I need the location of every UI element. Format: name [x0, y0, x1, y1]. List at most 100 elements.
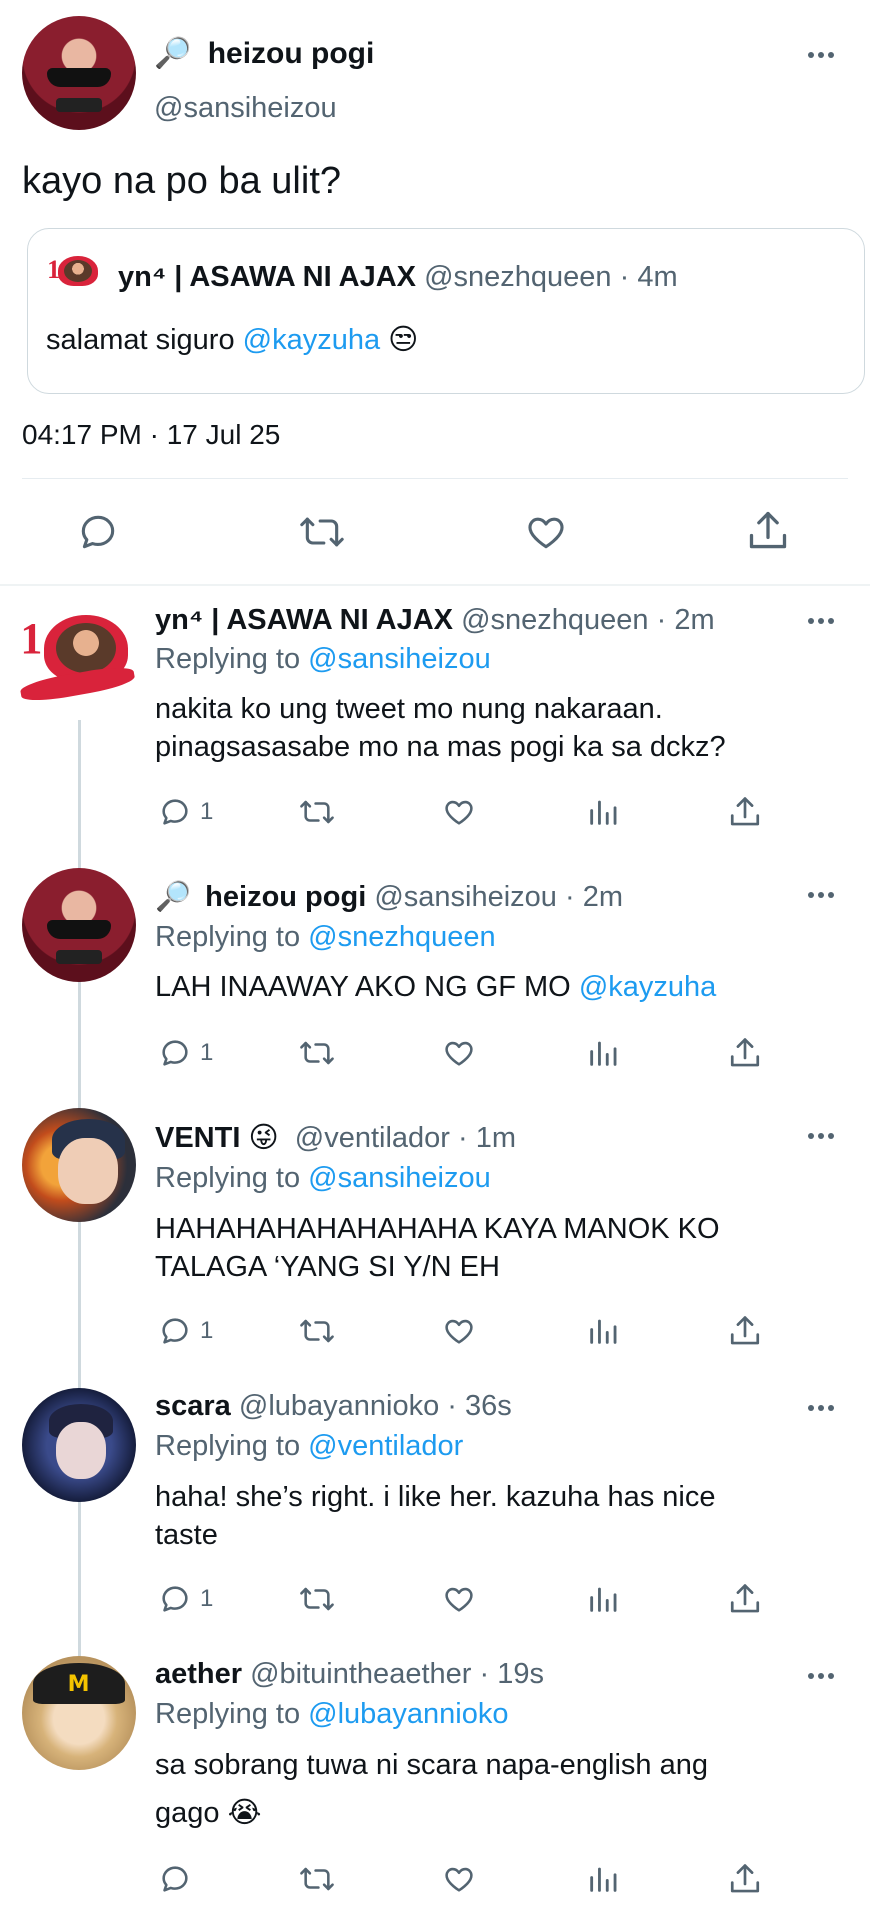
replying-to-label: Replying to: [155, 1698, 301, 1730]
like-icon[interactable]: [524, 510, 568, 554]
reply-text-line: HAHAHAHAHAHAHAHA KAYA MANOK KO: [155, 1213, 720, 1245]
tweet-text: kayo na po ba ulit?: [22, 160, 342, 202]
avatar[interactable]: M: [22, 1656, 136, 1770]
avatar-number: 1: [20, 613, 43, 663]
more-options-icon[interactable]: [808, 892, 834, 898]
share-icon[interactable]: [746, 508, 790, 554]
more-options-icon[interactable]: [808, 618, 834, 624]
analytics-icon[interactable]: [586, 1862, 620, 1896]
replying-to: Replying to @sansiheizou: [155, 641, 491, 677]
retweet-icon[interactable]: [298, 510, 346, 554]
heart-portrait: [63, 259, 92, 282]
author-name[interactable]: aether: [155, 1658, 242, 1690]
mention-link[interactable]: @kayzuha: [579, 971, 716, 1003]
retweet-icon[interactable]: [298, 1036, 336, 1070]
replying-to-link[interactable]: @sansiheizou: [308, 1162, 491, 1194]
analytics-icon[interactable]: [586, 1036, 620, 1070]
reply-icon[interactable]: [158, 1582, 192, 1616]
mention-link[interactable]: @kayzuha: [243, 324, 380, 356]
reply-author-line: VENTI 😜 @ventilador · 1m: [155, 1120, 516, 1156]
replying-to-label: Replying to: [155, 1162, 301, 1194]
more-options-icon[interactable]: [808, 1133, 834, 1139]
magnifier-icon: 🔎: [155, 881, 192, 913]
more-options-icon[interactable]: [808, 52, 834, 58]
replying-to-link[interactable]: @lubayannioko: [308, 1698, 508, 1730]
reply-author-line: yn⁴ | ASAWA NI AJAX @snezhqueen · 2m: [155, 602, 715, 638]
like-icon[interactable]: [442, 1036, 476, 1070]
reply-text-line: pinagsasasabe mo na mas pogi ka sa dckz?: [155, 731, 726, 763]
avatar[interactable]: [22, 1388, 136, 1502]
reply-text-line: nakita ko ung tweet mo nung nakaraan.: [155, 693, 663, 725]
more-options-icon[interactable]: [808, 1673, 834, 1679]
quoted-time: · 4m: [619, 261, 678, 293]
avatar[interactable]: [22, 16, 136, 130]
avatar[interactable]: [22, 1108, 136, 1222]
author-handle[interactable]: @ventilador · 1m: [295, 1122, 516, 1154]
sunglasses-icon: [47, 920, 111, 939]
divider: [22, 478, 848, 479]
avatar-face: [58, 1137, 118, 1204]
reply-text-body: gago: [155, 1797, 220, 1829]
quoted-author-name: yn⁴ | ASAWA NI AJAX: [118, 261, 417, 293]
author-name[interactable]: heizou pogi: [208, 37, 375, 70]
analytics-icon[interactable]: [586, 795, 620, 829]
reply-count: 1: [200, 1039, 214, 1066]
author-name[interactable]: VENTI: [155, 1122, 240, 1154]
quoted-text-body: salamat siguro: [46, 324, 243, 356]
author-name[interactable]: yn⁴ | ASAWA NI AJAX: [155, 604, 453, 636]
author-handle[interactable]: @sansiheizou · 2m: [374, 881, 623, 913]
reply-count: 1: [200, 1585, 214, 1612]
avatar-face: [56, 1422, 107, 1480]
replying-to-label: Replying to: [155, 643, 301, 675]
analytics-icon[interactable]: [586, 1582, 620, 1616]
unamused-emoji: 😒: [388, 324, 419, 356]
reply-icon[interactable]: [76, 510, 120, 554]
retweet-icon[interactable]: [298, 795, 336, 829]
magnifier-icon: 🔎: [154, 37, 192, 70]
avatar[interactable]: 1: [18, 604, 138, 712]
author-name[interactable]: heizou pogi: [205, 881, 366, 913]
author-handle[interactable]: @sansiheizou: [154, 90, 337, 126]
replying-to-label: Replying to: [155, 1430, 301, 1462]
author-handle[interactable]: @lubayannioko · 36s: [239, 1390, 512, 1422]
quoted-text: salamat siguro @kayzuha 😒: [46, 321, 418, 359]
reply-text-line: haha! she’s right. i like her. kazuha ha…: [155, 1481, 716, 1513]
share-icon[interactable]: [728, 1035, 762, 1071]
like-icon[interactable]: [442, 1582, 476, 1616]
like-icon[interactable]: [442, 1314, 476, 1348]
reply-author-line: 🔎 heizou pogi @sansiheizou · 2m: [155, 879, 623, 915]
replying-to-link[interactable]: @snezhqueen: [308, 921, 495, 953]
author-handle[interactable]: @bituintheaether · 19s: [250, 1658, 544, 1690]
share-icon[interactable]: [728, 1313, 762, 1349]
reply-author-line: aether @bituintheaether · 19s: [155, 1656, 544, 1692]
reply-icon[interactable]: [158, 795, 192, 829]
quoted-tweet[interactable]: 1 yn⁴ | ASAWA NI AJAX @snezhqueen · 4m s…: [27, 228, 865, 394]
reply-icon[interactable]: [158, 1862, 192, 1896]
retweet-icon[interactable]: [298, 1314, 336, 1348]
reply-icon[interactable]: [158, 1036, 192, 1070]
share-icon[interactable]: [728, 794, 762, 830]
retweet-icon[interactable]: [298, 1862, 336, 1896]
analytics-icon[interactable]: [586, 1314, 620, 1348]
replying-to: Replying to @sansiheizou: [155, 1160, 491, 1196]
retweet-icon[interactable]: [298, 1582, 336, 1616]
reply-text-line: TALAGA ‘YANG SI Y/N EH: [155, 1251, 500, 1283]
share-icon[interactable]: [728, 1581, 762, 1617]
more-options-icon[interactable]: [808, 1405, 834, 1411]
sunglasses-icon: [47, 68, 111, 87]
replying-to: Replying to @snezhqueen: [155, 919, 496, 955]
author-handle[interactable]: @snezhqueen · 2m: [461, 604, 715, 636]
like-icon[interactable]: [442, 795, 476, 829]
reply-text-line: sa sobrang tuwa ni scara napa-english an…: [155, 1749, 708, 1781]
like-icon[interactable]: [442, 1862, 476, 1896]
quoted-avatar: 1: [46, 251, 102, 299]
author-name[interactable]: scara: [155, 1390, 231, 1422]
replying-to-link[interactable]: @ventilador: [308, 1430, 463, 1462]
reply-count: 1: [200, 1317, 214, 1344]
share-icon[interactable]: [728, 1861, 762, 1897]
reply-icon[interactable]: [158, 1314, 192, 1348]
replying-to-link[interactable]: @sansiheizou: [308, 643, 491, 675]
tweet-timestamp: 04:17 PM · 17 Jul 25: [22, 419, 281, 450]
avatar[interactable]: [22, 868, 136, 982]
reply-text-line: gago 😭: [155, 1794, 261, 1832]
